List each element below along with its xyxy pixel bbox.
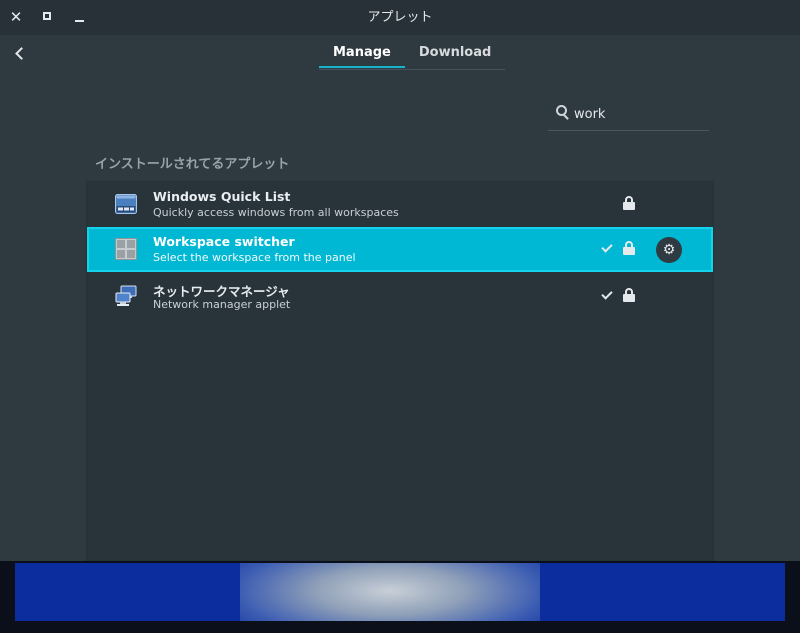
applet-row-workspace-switcher[interactable]: Workspace switcher Select the workspace … (87, 227, 713, 272)
enabled-check-icon (602, 289, 614, 301)
applet-name: Workspace switcher (153, 234, 295, 249)
tab-manage[interactable]: Manage (319, 40, 405, 68)
search-box (548, 99, 709, 131)
lock-icon (623, 241, 635, 255)
window-list-icon (115, 194, 137, 214)
close-icon[interactable]: ✕ (4, 5, 28, 29)
lock-icon (623, 196, 635, 210)
enabled-check-icon (602, 242, 614, 254)
applet-description: Select the workspace from the panel (153, 251, 356, 264)
applet-name: Windows Quick List (153, 189, 291, 204)
applet-description: Network manager applet (153, 298, 291, 311)
window-title: アプレット (367, 10, 433, 25)
titlebar[interactable]: アプレット ✕ (0, 0, 800, 35)
applet-list: Windows Quick List Quickly access window… (86, 181, 714, 561)
workspace-grid-icon (115, 238, 137, 260)
applet-row-windows-quick-list[interactable]: Windows Quick List Quickly access window… (87, 182, 713, 227)
network-computers-icon (115, 285, 137, 306)
configure-gear-button[interactable]: ⚙ (656, 237, 682, 263)
lock-icon (623, 288, 635, 302)
minimize-icon[interactable] (68, 5, 92, 29)
applet-row-network-manager[interactable]: ネットワークマネージャ Network manager applet (87, 274, 713, 319)
section-title: インストールされてるアプレット (95, 157, 290, 172)
back-arrow-icon[interactable] (8, 42, 32, 66)
tab-bar: Manage Download (319, 40, 506, 70)
wallpaper-image (240, 563, 540, 621)
applet-description: Quickly access windows from all workspac… (153, 206, 399, 219)
search-input[interactable] (574, 103, 702, 125)
maximize-icon[interactable] (36, 5, 60, 29)
search-icon (556, 105, 568, 121)
applets-window: アプレット ✕ Manage Download インストールされてるアプレット … (0, 0, 800, 561)
tab-download[interactable]: Download (405, 40, 505, 68)
desktop-wallpaper (15, 563, 785, 621)
